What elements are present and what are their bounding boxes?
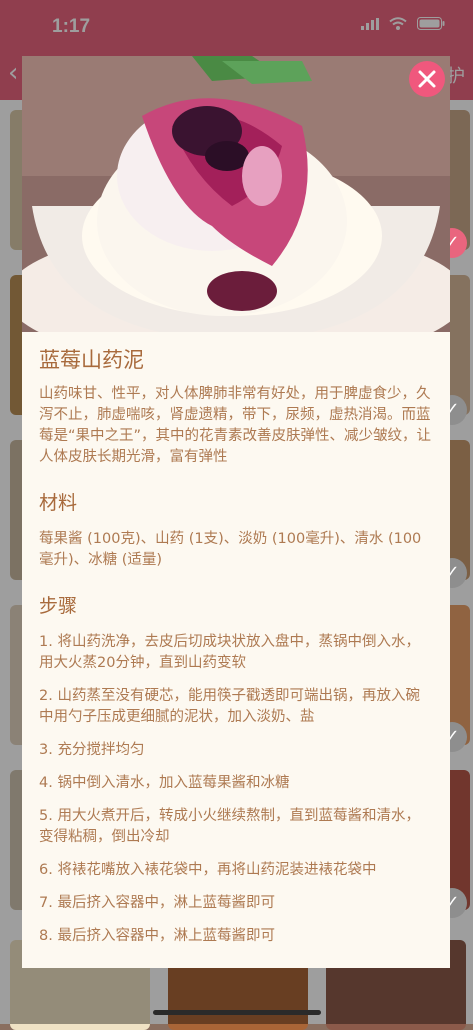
recipe-title: 蓝莓山药泥 (39, 348, 144, 372)
step-item: 1. 将山药洗净，去皮后切成块状放入盘中，蒸锅中倒入水，用大火蒸20分钟，直到山… (39, 634, 420, 671)
step-item: 2. 山药蒸至没有硬芯，能用筷子戳透即可端出锅，再放入碗中用勺子压成更细腻的泥状… (39, 688, 420, 725)
recipe-description: 山药味甘、性平，对人体脾肺非常有好处，用于脾虚食少，久泻不止，肺虚喘咳，肾虚遗精… (39, 386, 432, 465)
home-indicator[interactable] (153, 1010, 321, 1015)
recipe-detail-modal: 蓝莓山药泥 山药味甘、性平，对人体脾肺非常有好处，用于脾虚食少，久泻不止，肺虚喘… (22, 56, 450, 968)
step-item: 4. 锅中倒入清水，加入蓝莓果酱和冰糖 (39, 775, 290, 791)
materials-heading: 材料 (39, 492, 78, 514)
close-icon (418, 70, 436, 88)
materials-text: 莓果酱 (100克)、山药 (1支)、淡奶 (100毫升)、清水 (100毫升)… (39, 531, 422, 568)
step-item: 5. 用大火煮开后，转成小火继续熬制，直到蓝莓酱和清水，变得粘稠，倒出冷却 (39, 808, 420, 845)
step-item: 8. 最后挤入容器中，淋上蓝莓酱即可 (39, 928, 275, 944)
step-item: 3. 充分搅拌均匀 (39, 742, 145, 758)
steps-heading: 步骤 (39, 595, 78, 617)
close-button[interactable] (409, 61, 445, 97)
step-item: 7. 最后挤入容器中，淋上蓝莓酱即可 (39, 895, 275, 911)
recipe-photo (22, 56, 450, 332)
step-item: 6. 将裱花嘴放入裱花袋中，再将山药泥装进裱花袋中 (39, 862, 377, 878)
